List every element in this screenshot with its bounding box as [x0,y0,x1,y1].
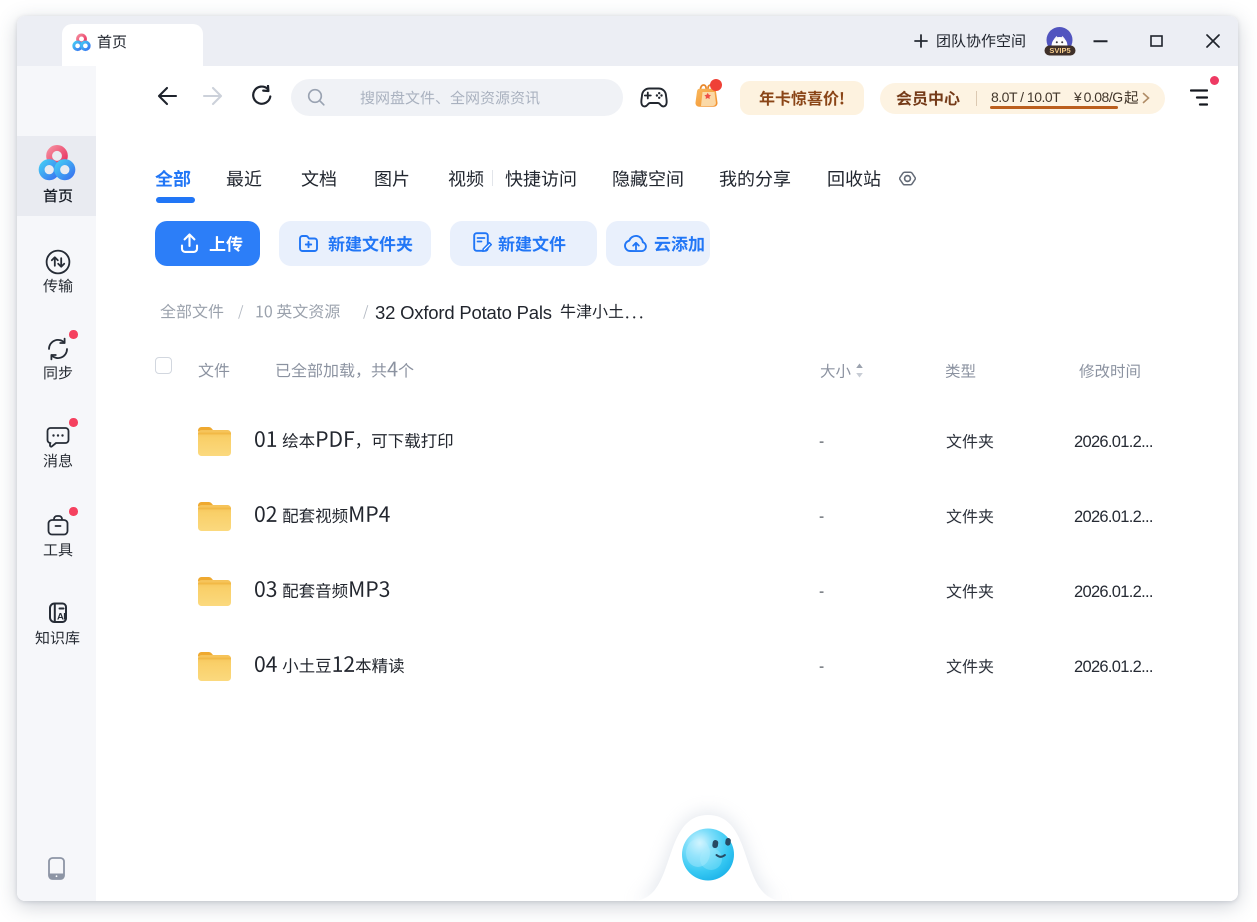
svg-text:AI: AI [57,612,65,623]
svg-text:SVIP5: SVIP5 [1049,46,1070,55]
